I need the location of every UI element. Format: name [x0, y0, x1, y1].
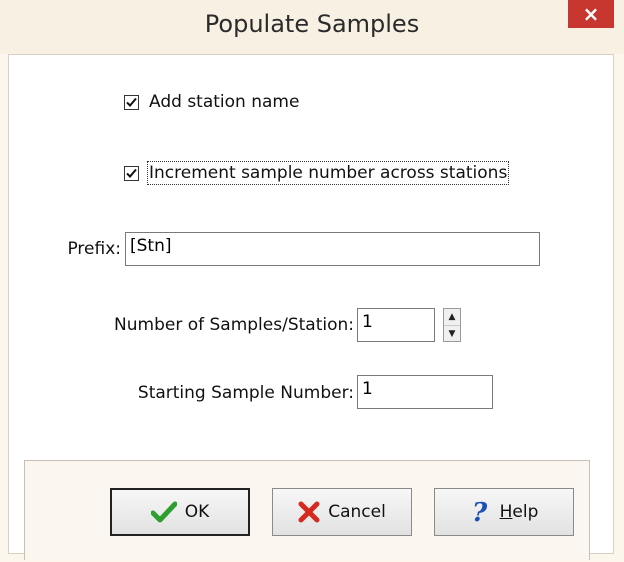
question-icon: ?	[470, 499, 492, 525]
spin-up-icon[interactable]: ▲	[444, 309, 460, 326]
samples-per-station-spinner[interactable]: ▲ ▼	[443, 308, 461, 342]
starting-sample-number-label: Starting Sample Number:	[137, 383, 354, 403]
increment-sample-number-checkbox[interactable]	[124, 165, 139, 181]
starting-sample-number-input[interactable]: 1	[357, 375, 493, 409]
checkmark-icon	[150, 501, 177, 523]
samples-per-station-label: Number of Samples/Station:	[114, 315, 354, 335]
samples-per-station-input[interactable]: 1	[357, 308, 435, 342]
x-icon	[298, 501, 320, 523]
close-button[interactable]: ×	[568, 0, 614, 28]
cancel-button[interactable]: Cancel	[272, 488, 412, 536]
title-bar: Populate Samples ×	[0, 0, 624, 54]
help-label: Help	[499, 502, 539, 522]
cancel-label: Cancel	[328, 502, 386, 522]
increment-sample-number-label: Increment sample number across stations	[146, 161, 510, 185]
add-station-name-label: Add station name	[149, 92, 300, 112]
prefix-input[interactable]: [Stn]	[125, 232, 540, 266]
ok-button[interactable]: OK	[110, 488, 250, 536]
check-mark-icon	[126, 97, 137, 107]
check-mark-icon	[126, 168, 137, 178]
svg-text:?: ?	[472, 499, 488, 525]
prefix-label: Prefix:	[67, 239, 121, 259]
increment-sample-number-option[interactable]: Increment sample number across stations	[124, 161, 510, 185]
add-station-name-option[interactable]: Add station name	[124, 92, 299, 112]
populate-samples-dialog: Populate Samples × Add station name Incr…	[0, 0, 624, 562]
help-button[interactable]: ? Help	[434, 488, 574, 536]
ok-label: OK	[184, 502, 210, 522]
window-title: Populate Samples	[204, 10, 420, 38]
spin-down-icon[interactable]: ▼	[444, 326, 460, 342]
add-station-name-checkbox[interactable]	[124, 94, 139, 110]
